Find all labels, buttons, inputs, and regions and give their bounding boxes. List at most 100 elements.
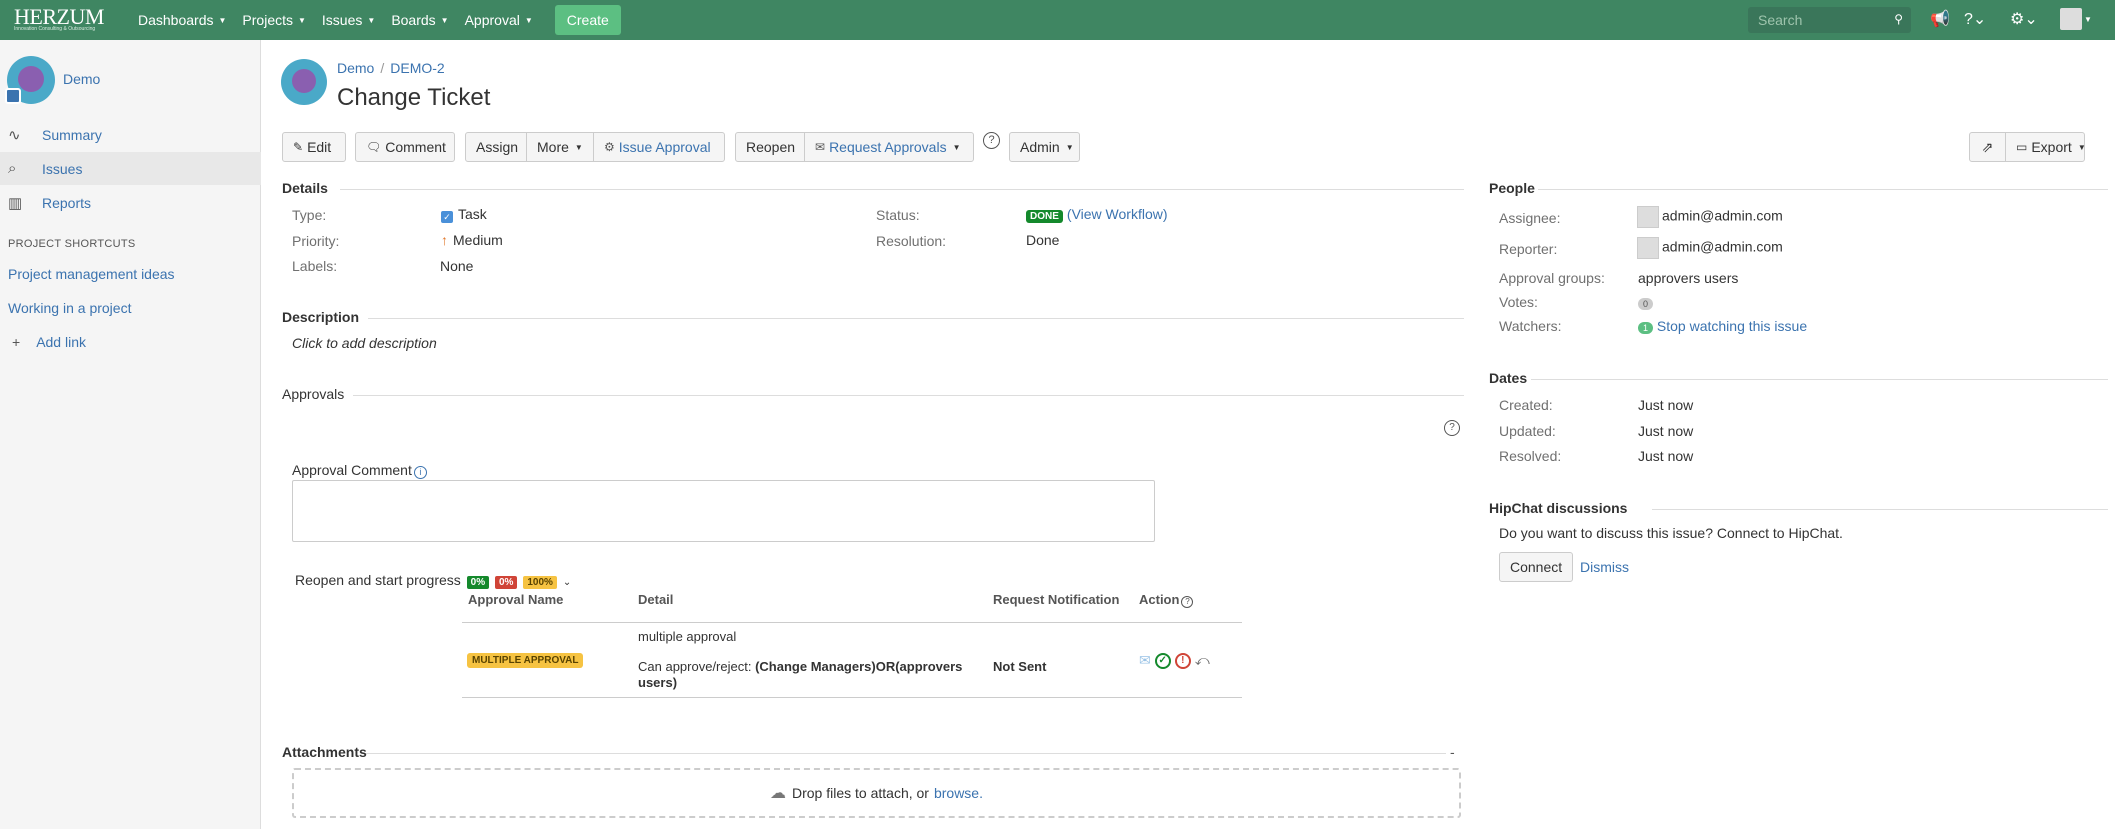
request-approvals-button[interactable]: ✉ Request Approvals ▼ bbox=[804, 132, 974, 162]
votes-value[interactable]: 0 bbox=[1638, 294, 1654, 310]
nav-boards[interactable]: Boards ▼ bbox=[391, 12, 448, 28]
revoke-icon[interactable]: ⤺ bbox=[1195, 652, 1210, 669]
chevron-down-icon[interactable]: ⌄ bbox=[563, 577, 571, 588]
nav-approval[interactable]: Approval ▼ bbox=[465, 12, 533, 28]
approval-detail-groups: (Change Managers)OR(approvers bbox=[755, 659, 963, 674]
user-avatar[interactable] bbox=[2060, 8, 2082, 30]
help-icon[interactable]: ? bbox=[1181, 596, 1194, 608]
project-name[interactable]: Demo bbox=[63, 71, 100, 87]
edit-button[interactable]: ✎ Edit bbox=[282, 132, 346, 162]
reporter-label: Reporter: bbox=[1499, 241, 1558, 257]
connect-button[interactable]: Connect bbox=[1499, 552, 1574, 582]
assign-label: Assign bbox=[476, 139, 519, 155]
help-icon[interactable]: ?⌄ bbox=[1964, 9, 1986, 29]
hipchat-heading: HipChat discussions bbox=[1489, 500, 1628, 516]
view-workflow-link[interactable]: (View Workflow) bbox=[1067, 206, 1168, 222]
reporter-name: admin@admin.com bbox=[1662, 238, 1783, 255]
resolution-label: Resolution: bbox=[876, 233, 947, 249]
edit-label: Edit bbox=[307, 139, 332, 155]
col-action: Action? bbox=[1139, 592, 1194, 608]
assign-button[interactable]: Assign bbox=[465, 132, 527, 162]
dates-heading: Dates bbox=[1489, 370, 1528, 386]
issues-icon: ⌕ bbox=[8, 160, 17, 177]
chevron-down-icon: ▼ bbox=[367, 15, 376, 25]
nav-issues[interactable]: Issues ▼ bbox=[322, 12, 375, 28]
create-button[interactable]: Create bbox=[554, 5, 621, 35]
nav-dashboards[interactable]: Dashboards ▼ bbox=[138, 12, 226, 28]
issue-title[interactable]: Change Ticket bbox=[337, 84, 490, 112]
nav-projects[interactable]: Projects ▼ bbox=[242, 12, 306, 28]
type-label: Type: bbox=[292, 207, 327, 223]
comment-icon: 🗨 bbox=[366, 140, 382, 154]
dates-divider bbox=[1531, 379, 2108, 380]
shortcut-link[interactable]: Working in a project bbox=[8, 300, 131, 316]
labels-value[interactable]: None bbox=[440, 258, 473, 274]
reopen-button[interactable]: Reopen bbox=[735, 132, 805, 162]
gear-icon[interactable]: ⚙⌄ bbox=[2010, 9, 2038, 29]
more-button[interactable]: More ▼ bbox=[526, 132, 594, 162]
approve-icon[interactable]: ✓ bbox=[1154, 652, 1171, 669]
attachments-heading: Attachments bbox=[282, 744, 367, 760]
logo-tagline: Innovation Consulting & Outsourcing bbox=[14, 26, 96, 32]
project-avatar[interactable] bbox=[5, 56, 55, 104]
chevron-down-icon: ▼ bbox=[440, 15, 449, 25]
description-placeholder[interactable]: Click to add description bbox=[292, 335, 437, 351]
reports-icon: ▥ bbox=[8, 194, 23, 212]
nav-projects-label: Projects bbox=[242, 12, 293, 28]
envelope-icon: ✉ bbox=[815, 140, 826, 154]
reject-icon[interactable]: ! bbox=[1174, 652, 1191, 669]
sidebar-item-summary[interactable]: ∿ Summary bbox=[0, 118, 261, 151]
add-link[interactable]: + Add link bbox=[8, 334, 86, 350]
herzum-logo[interactable]: HERZUM Innovation Consulting & Outsourci… bbox=[14, 6, 122, 33]
help-icon[interactable]: ? bbox=[1444, 420, 1460, 436]
people-heading: People bbox=[1489, 180, 1535, 196]
issue-project-avatar bbox=[281, 59, 327, 105]
rejected-percent-badge: 0% bbox=[495, 576, 518, 589]
stop-watching-link[interactable]: Stop watching this issue bbox=[1657, 318, 1807, 334]
approval-comment-label: Approval Comment i bbox=[292, 462, 427, 479]
breadcrumb-separator: / bbox=[380, 60, 385, 76]
watchers-value: 1 Stop watching this issue bbox=[1638, 318, 1807, 334]
breadcrumb-project[interactable]: Demo bbox=[337, 60, 374, 76]
chevron-down-icon[interactable]: ▼ bbox=[2084, 15, 2092, 24]
labels-label: Labels: bbox=[292, 258, 338, 274]
megaphone-icon[interactable]: 📢 bbox=[1930, 9, 1950, 29]
sidebar-item-issues[interactable]: ⌕ Issues bbox=[0, 152, 261, 185]
breadcrumb-issue-key[interactable]: DEMO-2 bbox=[390, 60, 444, 76]
admin-button[interactable]: Admin ▼ bbox=[1009, 132, 1080, 162]
envelope-icon[interactable]: ✉ bbox=[1139, 652, 1151, 669]
approval-name-badge[interactable]: MULTIPLE APPROVAL bbox=[467, 653, 584, 668]
nav-issues-label: Issues bbox=[321, 12, 363, 28]
chevron-down-icon: ▼ bbox=[218, 15, 227, 25]
votes-label: Votes: bbox=[1499, 294, 1538, 310]
attachment-dropzone[interactable]: ☁ Drop files to attach, or browse. bbox=[292, 768, 1461, 818]
reporter-value[interactable]: admin@admin.com bbox=[1637, 237, 1783, 259]
search-placeholder: Search bbox=[1758, 12, 1803, 28]
status-label: Status: bbox=[876, 207, 920, 223]
issue-approval-button[interactable]: ⚙ Issue Approval bbox=[593, 132, 725, 162]
reopen-label: Reopen bbox=[746, 139, 796, 155]
share-button[interactable]: ⇗ bbox=[1969, 132, 2006, 162]
assignee-value[interactable]: admin@admin.com bbox=[1637, 206, 1783, 228]
export-button[interactable]: ▭ Export ▼ bbox=[2005, 132, 2086, 162]
help-icon[interactable]: ? bbox=[983, 132, 1000, 149]
updated-label: Updated: bbox=[1499, 423, 1556, 439]
search-icon: ⚲ bbox=[1894, 12, 1903, 26]
people-divider bbox=[1538, 189, 2108, 190]
collapse-icon[interactable]: - bbox=[1450, 744, 1455, 760]
approval-detail-text: Can approve/reject: (Change Managers)OR(… bbox=[638, 659, 978, 691]
share-icon: ⇗ bbox=[1981, 138, 1994, 155]
info-icon[interactable]: i bbox=[413, 466, 427, 479]
nav-approval-label: Approval bbox=[464, 12, 520, 28]
col-approval-name: Approval Name bbox=[468, 592, 564, 607]
search-input[interactable]: Search ⚲ bbox=[1748, 7, 1911, 33]
dismiss-link[interactable]: Dismiss bbox=[1580, 559, 1629, 575]
comment-button[interactable]: 🗨 Comment bbox=[355, 132, 455, 162]
pulse-icon: ∿ bbox=[8, 126, 21, 144]
shortcut-link[interactable]: Project management ideas bbox=[8, 266, 175, 282]
approval-comment-textarea[interactable] bbox=[292, 480, 1155, 542]
sidebar-item-reports[interactable]: ▥ Reports bbox=[0, 186, 261, 219]
browse-link[interactable]: browse. bbox=[934, 785, 983, 801]
transition-progress: Reopen and start progress 0% 0% 100% ⌄ bbox=[295, 572, 571, 589]
notification-status: Not Sent bbox=[993, 659, 1047, 674]
